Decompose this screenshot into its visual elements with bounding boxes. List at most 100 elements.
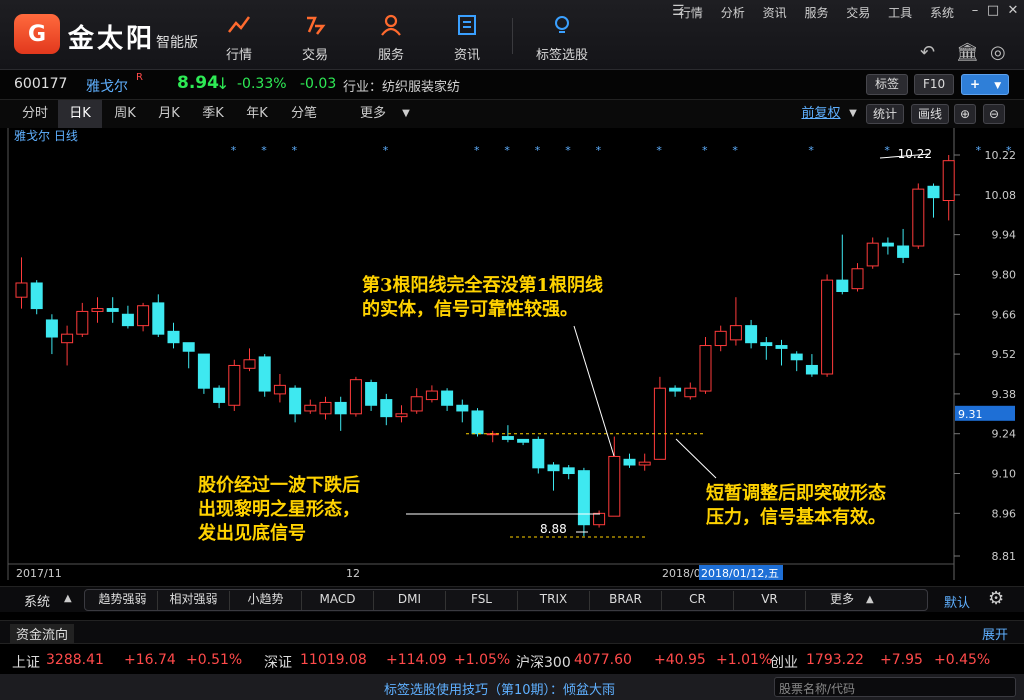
more-periods[interactable]: 更多	[352, 100, 394, 128]
stock-code: 600177	[14, 76, 68, 92]
gear-icon[interactable]: ⚙	[988, 588, 1004, 609]
adjust-select[interactable]: 前复权	[796, 100, 846, 128]
menu-item[interactable]: 交易	[846, 6, 870, 20]
candle-up	[243, 359, 256, 369]
candle-down	[121, 313, 134, 327]
candle-down	[471, 410, 484, 435]
annotation-breakout: 短暂调整后即突破形态 压力，信号基本有效。	[706, 482, 886, 530]
candle-up	[304, 404, 317, 412]
add-label: +	[970, 77, 981, 91]
tip-link[interactable]: 标签选股使用技巧（第10期）：倾盆大雨	[384, 679, 615, 698]
candle-down	[213, 387, 226, 403]
tab-vr[interactable]: VR	[734, 591, 806, 610]
news-icon	[454, 14, 480, 38]
bank-icon[interactable]: 🏛	[956, 42, 979, 63]
minimize-icon[interactable]: –	[966, 3, 984, 18]
tab-fsl[interactable]: FSL	[446, 591, 518, 610]
candle-up	[137, 305, 150, 327]
tab-weekly-k[interactable]: 周K	[104, 100, 146, 128]
tab-dmi[interactable]: DMI	[374, 591, 446, 610]
f10-button[interactable]: F10	[914, 74, 955, 95]
event-star: *	[474, 144, 480, 157]
candle-down	[45, 319, 58, 338]
tab-quarterly-k[interactable]: 季K	[192, 100, 234, 128]
chevron-up-icon[interactable]: ▲	[866, 594, 874, 605]
tab-small-trend[interactable]: 小趋势	[230, 591, 302, 610]
zoom-out-icon[interactable]: ⊖	[983, 104, 1005, 124]
event-star: *	[292, 144, 298, 157]
tab-tick[interactable]: 分笔	[280, 100, 328, 128]
tab-brar[interactable]: BRAR	[590, 591, 662, 610]
index-name[interactable]: 上证	[12, 652, 40, 672]
nav-tag-select[interactable]: 标签选股	[526, 10, 598, 64]
candle-up	[319, 401, 332, 415]
index-name[interactable]: 创业	[770, 652, 798, 672]
add-watchlist-button[interactable]: + ▼	[961, 74, 1009, 95]
event-star: *	[884, 144, 890, 157]
user-icon	[378, 14, 404, 38]
y-tick-label: 9.80	[992, 268, 1017, 281]
tab-yearly-k[interactable]: 年K	[236, 100, 278, 128]
chevron-down-icon[interactable]: ▼	[398, 100, 414, 128]
tab-daily-k[interactable]: 日K	[58, 100, 102, 128]
tag-button[interactable]: 标签	[866, 74, 909, 95]
tab-monthly-k[interactable]: 月K	[148, 100, 190, 128]
nav-quotes[interactable]: 行情	[204, 10, 274, 64]
menu-item[interactable]: 资讯	[763, 6, 787, 20]
tab-macd[interactable]: MACD	[302, 591, 374, 610]
close-icon[interactable]: ✕	[1004, 3, 1022, 18]
menu-item[interactable]: 服务	[804, 6, 828, 20]
tab-trix[interactable]: TRIX	[518, 591, 590, 610]
candle-down	[182, 342, 195, 352]
chevron-down-icon[interactable]: ▼	[846, 100, 860, 128]
candle-up	[395, 413, 408, 418]
system-indicator-label[interactable]: 系统	[24, 591, 50, 610]
y-tick-label: 9.10	[992, 468, 1017, 481]
default-button[interactable]: 默认	[944, 592, 970, 611]
weibo-icon[interactable]: ◎	[990, 42, 1006, 63]
candle-up	[608, 455, 621, 517]
x-tick-label: 2017/11	[16, 567, 62, 580]
event-star: *	[656, 144, 662, 157]
nav-news[interactable]: 资讯	[432, 10, 502, 64]
maximize-icon[interactable]: □	[984, 3, 1002, 18]
candle-down	[897, 245, 910, 258]
nav-trade[interactable]: 交易	[280, 10, 350, 64]
high-price-label: 10.22	[898, 147, 932, 161]
chart-title: 雅戈尔 日线	[14, 128, 78, 143]
tab-trend-strength[interactable]: 趋势强弱	[88, 591, 158, 610]
expand-button[interactable]: 展开	[982, 624, 1008, 643]
y-tick-label: 8.81	[992, 550, 1017, 563]
draw-line-button[interactable]: 画线	[911, 104, 950, 124]
menu-item[interactable]: 行情	[679, 6, 703, 20]
annotation-engulf: 第3根阳线完全吞没第1根阴线 的实体，信号可靠性较强。	[362, 274, 603, 322]
back-icon[interactable]: ↶	[920, 42, 935, 63]
event-star: *	[261, 144, 267, 157]
index-value: 3288.41	[46, 652, 104, 668]
quote-bar: 600177 雅戈尔 R 8.94 ↓ -0.33% -0.03 行业：纺织服装…	[0, 70, 1024, 100]
stock-search-box[interactable]: 股票名称/代码	[774, 677, 1016, 697]
index-percent: +1.05%	[454, 652, 511, 668]
candle-down	[669, 387, 682, 392]
zoom-in-icon[interactable]: ⊕	[954, 104, 976, 124]
menu-item[interactable]: 工具	[888, 6, 912, 20]
event-star: *	[383, 144, 389, 157]
tab-cr[interactable]: CR	[662, 591, 734, 610]
chevron-up-icon[interactable]: ▲	[64, 593, 72, 604]
index-name[interactable]: 沪深300	[516, 652, 571, 672]
candle-down	[577, 470, 590, 526]
menu-item[interactable]: 系统	[930, 6, 954, 20]
stats-button[interactable]: 统计	[866, 104, 905, 124]
candle-up	[851, 268, 864, 290]
index-name[interactable]: 深证	[264, 652, 292, 672]
tab-relative-strength[interactable]: 相对强弱	[158, 591, 230, 610]
stock-name[interactable]: 雅戈尔	[86, 76, 128, 96]
fund-flow-tab[interactable]: 资金流向	[10, 624, 75, 643]
low-price-label: 8.88	[540, 522, 567, 536]
candle-up	[699, 345, 712, 392]
tab-intraday[interactable]: 分时	[14, 100, 56, 128]
nav-service[interactable]: 服务	[356, 10, 426, 64]
candle-up	[410, 396, 423, 412]
fund-flow-bar: 资金流向 展开	[0, 620, 1024, 644]
menu-item[interactable]: 分析	[721, 6, 745, 20]
